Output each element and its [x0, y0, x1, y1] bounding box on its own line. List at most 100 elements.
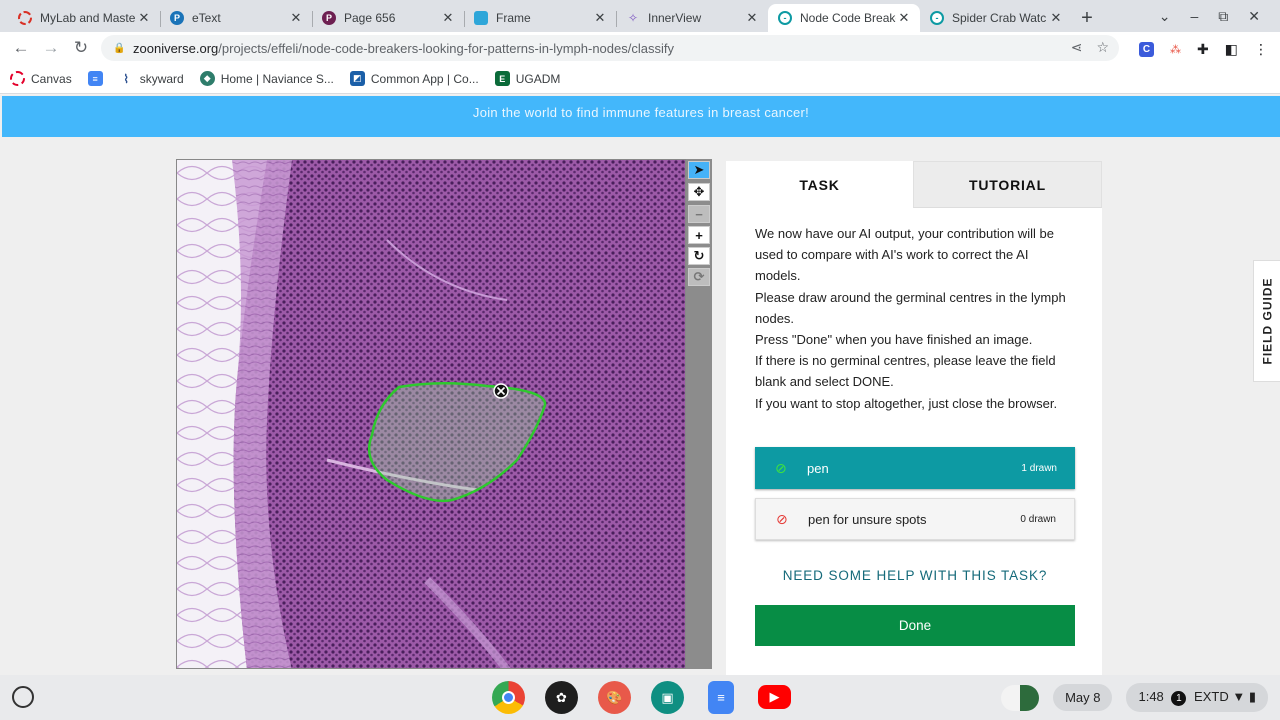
reload-icon[interactable]: ↻	[66, 38, 96, 58]
zooniverse-icon: -	[930, 11, 944, 25]
bookmark-skyward[interactable]: ⌇ skyward	[119, 71, 184, 86]
pen-unsure-tool-button[interactable]: ⊘ pen for unsure spots 0 drawn	[755, 498, 1075, 540]
delete-mark-icon[interactable]	[493, 383, 509, 399]
close-icon[interactable]: ✕	[136, 10, 152, 26]
pointer-icon[interactable]: ➤	[688, 161, 710, 179]
close-icon[interactable]: ✕	[592, 10, 608, 26]
restore-icon[interactable]: ⧉	[1218, 8, 1228, 25]
browser-tab[interactable]: MyLab and Maste ✕	[8, 4, 160, 32]
extension-c-icon[interactable]: C	[1139, 42, 1155, 57]
pearson-red-icon	[18, 11, 32, 25]
youtube-icon[interactable]: ▶	[758, 685, 791, 709]
frame-icon	[474, 11, 488, 25]
extension-icons: C ⁂ ✚ ◧ ⋮	[1139, 41, 1268, 58]
back-icon[interactable]: ←	[6, 38, 36, 58]
field-guide-label: FIELD GUIDE	[1260, 277, 1275, 365]
close-icon[interactable]: ✕	[440, 10, 456, 26]
naviance-icon: ◆	[199, 71, 215, 86]
browser-tab-active[interactable]: - Node Code Breake ✕	[768, 4, 920, 32]
window-controls: ⌄ – ⧉ ✕	[1159, 0, 1280, 32]
time-status-pill[interactable]: 1:48 1 EXTD ▼ ▮	[1126, 683, 1268, 712]
tab-title: MyLab and Maste	[40, 11, 136, 25]
tab-title: Frame	[496, 11, 531, 25]
browser-tabstrip: MyLab and Maste ✕ P eText ✕ P Page 656 ✕…	[0, 0, 1280, 32]
minimize-icon[interactable]: –	[1190, 8, 1198, 24]
extension-colors-icon[interactable]: ⁂	[1170, 43, 1181, 56]
browser-tab[interactable]: - Spider Crab Watc ✕	[920, 4, 1072, 32]
paint-icon[interactable]: 🎨	[598, 681, 631, 714]
bookmark-label: Home | Naviance S...	[220, 71, 334, 86]
chrome-icon[interactable]	[492, 681, 525, 714]
ugadm-icon: E	[494, 71, 510, 86]
url-domain: zooniverse.org	[133, 40, 219, 56]
browser-tab[interactable]: Frame ✕	[464, 4, 616, 32]
viewer-toolbar: ➤ ✥ − + ↻ ⟳	[686, 159, 712, 669]
classroom-icon[interactable]: ▣	[651, 681, 684, 714]
google-docs-icon: ≡	[87, 71, 103, 86]
tab-title: Page 656	[344, 11, 396, 25]
zooniverse-icon: -	[778, 11, 792, 25]
bookmark-docs[interactable]: ≡	[87, 71, 103, 86]
bookmark-canvas[interactable]: Canvas	[10, 71, 72, 86]
bookmark-star-icon[interactable]: ☆	[1096, 39, 1109, 56]
launcher-icon[interactable]	[12, 686, 34, 708]
pen-tool-button[interactable]: ⊘ pen 1 drawn	[755, 447, 1075, 489]
lock-icon: 🔒	[113, 43, 126, 54]
bookmarks-bar: Canvas ≡ ⌇ skyward ◆ Home | Naviance S... …	[0, 64, 1280, 94]
field-guide-tab[interactable]: FIELD GUIDE	[1253, 260, 1280, 382]
tool-name: pen for unsure spots	[808, 511, 927, 527]
status-tray[interactable]: May 8 1:48 1 EXTD ▼ ▮	[1001, 683, 1268, 712]
forward-icon[interactable]: →	[36, 38, 66, 58]
pearson-p-icon: P	[170, 11, 184, 25]
help-link[interactable]: NEED SOME HELP WITH THIS TASK?	[755, 568, 1075, 583]
tool-count: 0 drawn	[1020, 513, 1056, 525]
zooniverse-page: Join the world to find immune features i…	[0, 95, 1280, 675]
bookmark-label: skyward	[139, 71, 184, 86]
zoom-out-icon[interactable]: −	[688, 205, 710, 223]
share-icon[interactable]: ⋖	[1071, 39, 1083, 56]
tab-search-icon[interactable]: ⌄	[1159, 8, 1171, 25]
task-tabs: TASK TUTORIAL	[726, 161, 1102, 208]
tab-task[interactable]: TASK	[726, 161, 913, 208]
browser-tab[interactable]: ✧ InnerView ✕	[616, 4, 768, 32]
browser-tab[interactable]: P eText ✕	[160, 4, 312, 32]
menu-kebab-icon[interactable]: ⋮	[1254, 41, 1268, 58]
close-icon[interactable]: ✕	[288, 10, 304, 26]
move-icon[interactable]: ✥	[688, 183, 710, 201]
notification-badge: 1	[1171, 691, 1187, 706]
tab-title: eText	[192, 11, 221, 25]
subject-image-viewer[interactable]	[176, 159, 686, 669]
done-button[interactable]: Done	[755, 605, 1075, 646]
reset-icon[interactable]: ⟳	[688, 268, 710, 286]
tab-tutorial[interactable]: TUTORIAL	[913, 161, 1102, 208]
bookmark-ugadm[interactable]: E UGADM	[494, 71, 560, 86]
tote-icon[interactable]	[1001, 684, 1040, 711]
bookmark-naviance[interactable]: ◆ Home | Naviance S...	[199, 71, 334, 86]
date-pill[interactable]: May 8	[1053, 684, 1113, 711]
instruction-line: If there is no germinal centres, please …	[755, 353, 1056, 390]
close-icon[interactable]: ✕	[1048, 10, 1064, 26]
new-tab-button[interactable]: +	[1072, 4, 1102, 32]
rotate-icon[interactable]: ↻	[688, 247, 710, 265]
task-panel: TASK TUTORIAL We now have our AI output,…	[726, 161, 1102, 675]
bookmark-common-app[interactable]: ◩ Common App | Co...	[349, 71, 479, 86]
side-panel-icon[interactable]: ◧	[1225, 41, 1238, 58]
common-app-icon: ◩	[349, 71, 365, 86]
close-icon[interactable]: ✕	[744, 10, 760, 26]
pearson-p-dark-icon: P	[322, 11, 336, 25]
instruction-line: Please draw around the germinal centres …	[755, 289, 1066, 326]
extensions-puzzle-icon[interactable]: ✚	[1197, 41, 1209, 58]
os-shelf: ✿ 🎨 ▣ ≡ ▶ May 8 1:48 1 EXTD ▼ ▮	[0, 675, 1280, 720]
zoom-in-icon[interactable]: +	[688, 226, 710, 244]
browser-tab[interactable]: P Page 656 ✕	[312, 4, 464, 32]
close-window-icon[interactable]: ✕	[1248, 8, 1260, 25]
innerview-icon: ✧	[627, 11, 639, 25]
figma-icon[interactable]: ✿	[545, 681, 578, 714]
lymph-node-histology-image[interactable]	[177, 160, 686, 669]
instruction-line: We now have our AI output, your contribu…	[755, 226, 1054, 284]
browser-toolbar: ← → ↻ 🔒 zooniverse.org/projects/effeli/n…	[0, 32, 1280, 64]
address-bar[interactable]: 🔒 zooniverse.org/projects/effeli/node-co…	[101, 35, 1119, 61]
network-label: EXTD	[1194, 689, 1229, 704]
close-icon[interactable]: ✕	[896, 10, 912, 26]
docs-icon[interactable]: ≡	[708, 681, 734, 714]
